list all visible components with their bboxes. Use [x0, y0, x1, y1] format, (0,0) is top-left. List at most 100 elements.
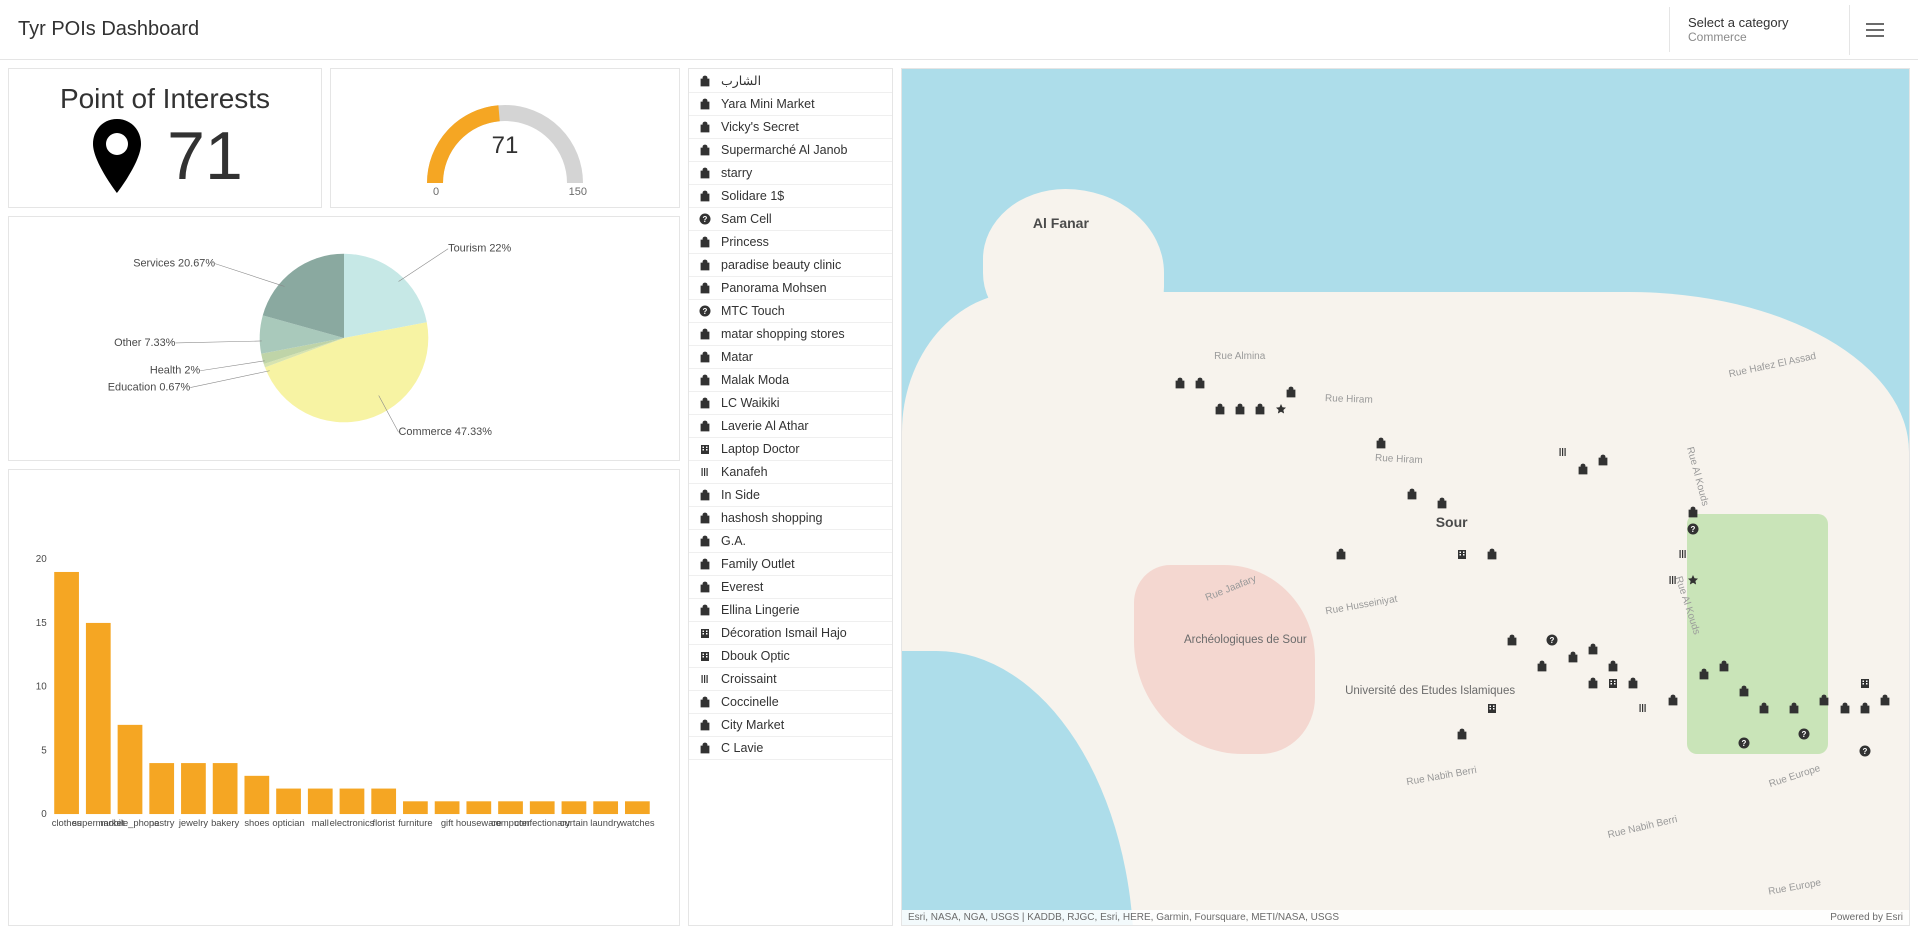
bar-gift[interactable] — [435, 801, 460, 814]
map-pin[interactable] — [1839, 702, 1851, 714]
list-item[interactable]: Ellina Lingerie — [689, 599, 892, 622]
list-item[interactable]: starry — [689, 162, 892, 185]
list-item[interactable]: C Lavie — [689, 737, 892, 760]
map-pin[interactable] — [1738, 737, 1750, 749]
list-item[interactable]: LC Waikiki — [689, 392, 892, 415]
bar-watches[interactable] — [625, 801, 650, 814]
bar-confectionary[interactable] — [530, 801, 555, 814]
list-item[interactable]: Malak Moda — [689, 369, 892, 392]
map-pin[interactable] — [1667, 574, 1679, 586]
map-pin[interactable] — [1788, 702, 1800, 714]
list-item[interactable]: Décoration Ismail Hajo — [689, 622, 892, 645]
map-pin[interactable] — [1859, 677, 1871, 689]
bar-clothes[interactable] — [54, 572, 79, 814]
map-pin[interactable] — [1798, 728, 1810, 740]
map-pin[interactable] — [1436, 497, 1448, 509]
map-pin[interactable] — [1637, 702, 1649, 714]
map-pin[interactable] — [1738, 685, 1750, 697]
map-pin[interactable] — [1375, 437, 1387, 449]
map-pin[interactable] — [1859, 745, 1871, 757]
map-pin[interactable] — [1456, 728, 1468, 740]
map-pin[interactable] — [1687, 574, 1699, 586]
map-pin[interactable] — [1557, 446, 1569, 458]
map-pin[interactable] — [1718, 660, 1730, 672]
map-pin[interactable] — [1577, 463, 1589, 475]
bar-computer[interactable] — [498, 801, 523, 814]
list-item[interactable]: In Side — [689, 484, 892, 507]
map-pin[interactable] — [1879, 694, 1891, 706]
list-item[interactable]: Panorama Mohsen — [689, 277, 892, 300]
list-item[interactable]: G.A. — [689, 530, 892, 553]
list-item[interactable]: Princess — [689, 231, 892, 254]
list-item[interactable]: Coccinelle — [689, 691, 892, 714]
map-pin[interactable] — [1667, 694, 1679, 706]
map-pin[interactable] — [1234, 403, 1246, 415]
map-pin[interactable] — [1335, 548, 1347, 560]
bar-bakery[interactable] — [213, 763, 238, 814]
map-pin[interactable] — [1214, 403, 1226, 415]
list-item[interactable]: Everest — [689, 576, 892, 599]
list-item[interactable]: MTC Touch — [689, 300, 892, 323]
map-pin[interactable] — [1536, 660, 1548, 672]
map-pin[interactable] — [1546, 634, 1558, 646]
map-pin[interactable] — [1406, 488, 1418, 500]
map-pin[interactable] — [1818, 694, 1830, 706]
map-pin[interactable] — [1486, 702, 1498, 714]
bar-jewelry[interactable] — [181, 763, 206, 814]
list-item[interactable]: City Market — [689, 714, 892, 737]
list-item[interactable]: Yara Mini Market — [689, 93, 892, 116]
map-pin[interactable] — [1275, 403, 1287, 415]
map-pin[interactable] — [1587, 643, 1599, 655]
map-pin[interactable] — [1174, 377, 1186, 389]
map-card[interactable]: Al FanarSourArchéologiques de SourUniver… — [901, 68, 1910, 926]
map-pin[interactable] — [1627, 677, 1639, 689]
list-item[interactable]: hashosh shopping — [689, 507, 892, 530]
list-item[interactable]: Kanafeh — [689, 461, 892, 484]
map-pin[interactable] — [1687, 506, 1699, 518]
list-item[interactable]: Solidare 1$ — [689, 185, 892, 208]
bar-furniture[interactable] — [403, 801, 428, 814]
pie-chart[interactable]: Tourism 22%Commerce 47.33%Education 0.67… — [9, 217, 679, 460]
bar-mobile_phone[interactable] — [118, 725, 143, 814]
map-pin[interactable] — [1607, 660, 1619, 672]
bar-chart[interactable]: 05101520clothessupermarketmobile_phonepa… — [23, 478, 665, 917]
bar-houseware[interactable] — [466, 801, 491, 814]
hamburger-menu-icon[interactable] — [1849, 5, 1900, 55]
bar-shoes[interactable] — [244, 776, 269, 814]
poi-list[interactable]: الشاربYara Mini MarketVicky's SecretSupe… — [688, 68, 893, 926]
map-pin[interactable] — [1506, 634, 1518, 646]
list-item[interactable]: Vicky's Secret — [689, 116, 892, 139]
list-item[interactable]: Matar — [689, 346, 892, 369]
map-pin[interactable] — [1698, 668, 1710, 680]
list-item[interactable]: Laverie Al Athar — [689, 415, 892, 438]
map-pin[interactable] — [1456, 548, 1468, 560]
map-pin[interactable] — [1194, 377, 1206, 389]
map-pin[interactable] — [1486, 548, 1498, 560]
map-pin[interactable] — [1859, 702, 1871, 714]
list-item[interactable]: Family Outlet — [689, 553, 892, 576]
map-pin[interactable] — [1254, 403, 1266, 415]
bar-supermarket[interactable] — [86, 623, 111, 814]
map-pin[interactable] — [1607, 677, 1619, 689]
bar-curtain[interactable] — [562, 801, 587, 814]
list-item[interactable]: Dbouk Optic — [689, 645, 892, 668]
map-pin[interactable] — [1687, 523, 1699, 535]
map-pin[interactable] — [1587, 677, 1599, 689]
bar-optician[interactable] — [276, 789, 301, 814]
map-pin[interactable] — [1285, 386, 1297, 398]
category-selector[interactable]: Select a category Commerce — [1669, 7, 1849, 52]
bar-pastry[interactable] — [149, 763, 174, 814]
list-item[interactable]: Sam Cell — [689, 208, 892, 231]
list-item[interactable]: Supermarché Al Janob — [689, 139, 892, 162]
list-item[interactable]: Croissaint — [689, 668, 892, 691]
map-pin[interactable] — [1758, 702, 1770, 714]
list-item[interactable]: paradise beauty clinic — [689, 254, 892, 277]
bar-mall[interactable] — [308, 789, 333, 814]
bar-florist[interactable] — [371, 789, 396, 814]
map-pin[interactable] — [1677, 548, 1689, 560]
list-item[interactable]: Laptop Doctor — [689, 438, 892, 461]
list-item[interactable]: الشارب — [689, 69, 892, 93]
map-pin[interactable] — [1567, 651, 1579, 663]
map-pin[interactable] — [1597, 454, 1609, 466]
bar-laundry[interactable] — [593, 801, 618, 814]
